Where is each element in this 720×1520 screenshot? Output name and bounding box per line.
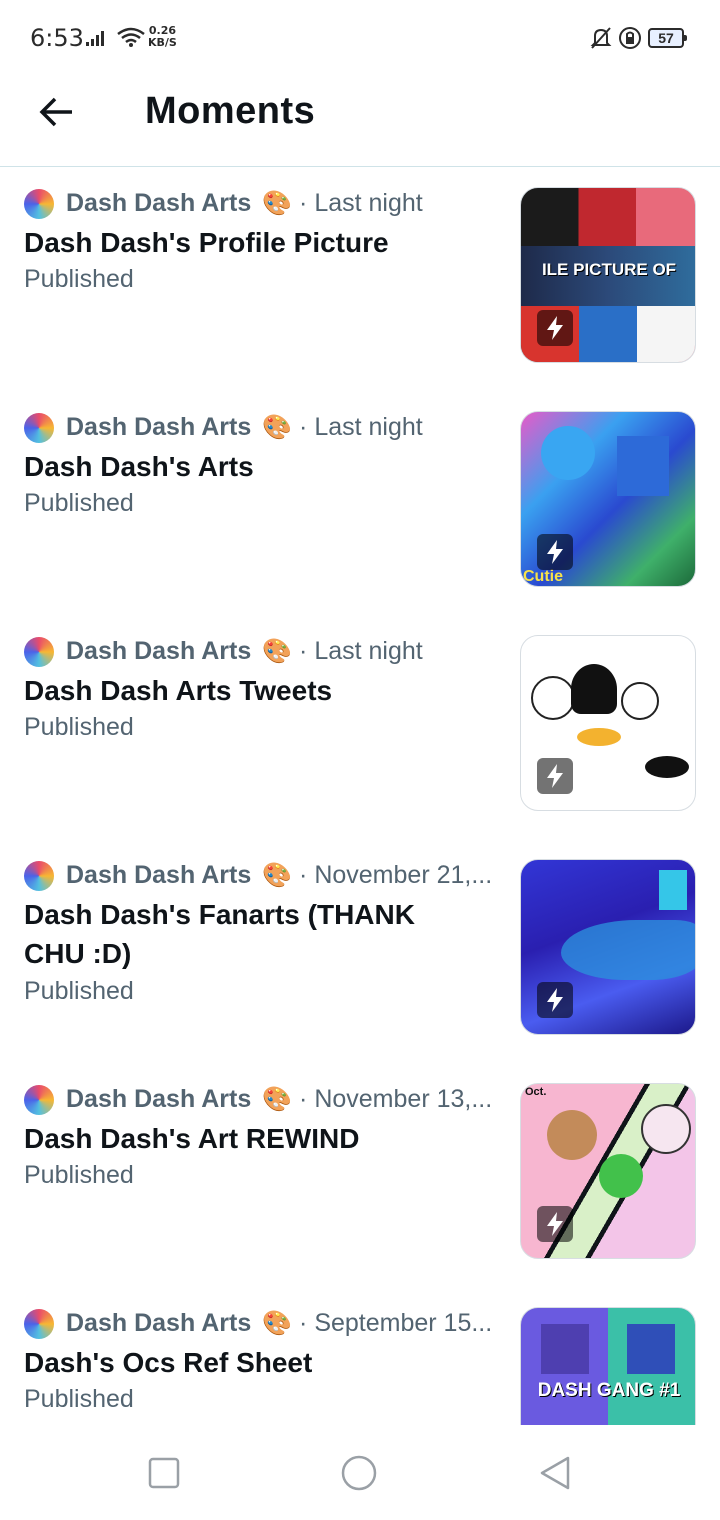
rotation-lock-icon — [619, 27, 641, 49]
author-name: Dash Dash Arts — [66, 1085, 252, 1113]
recents-icon[interactable] — [146, 1455, 182, 1491]
thumbnail-figure — [541, 426, 595, 480]
author-name: Dash Dash Arts — [66, 1309, 252, 1337]
back-nav-icon[interactable] — [538, 1455, 574, 1491]
moment-status: Published — [24, 977, 134, 1005]
thumbnail-caption: Cutie — [523, 568, 563, 585]
moment-meta: Dash Dash Arts 🎨 · November 13,... — [66, 1085, 496, 1114]
moment-time: · November 21,... — [299, 861, 493, 889]
thumbnail-figure — [531, 676, 575, 720]
avatar — [24, 413, 54, 443]
moment-time: · September 15... — [299, 1309, 493, 1337]
palette-emoji: 🎨 — [262, 638, 293, 665]
battery-indicator: 57 — [648, 28, 687, 48]
palette-emoji: 🎨 — [262, 1086, 293, 1113]
home-icon[interactable] — [341, 1455, 377, 1491]
bolt-icon — [537, 310, 573, 346]
moment-item[interactable]: Dash Dash Arts 🎨 · Last night Dash Dash'… — [0, 167, 720, 391]
thumbnail-cat — [645, 756, 689, 778]
moment-item[interactable]: Dash Dash Arts 🎨 · Last night Dash Dash … — [0, 615, 720, 839]
moment-status: Published — [24, 1161, 134, 1189]
avatar — [24, 1309, 54, 1339]
avatar — [24, 861, 54, 891]
moment-meta: Dash Dash Arts 🎨 · Last night — [66, 413, 496, 442]
bolt-icon — [537, 1206, 573, 1242]
thumbnail-food — [577, 728, 621, 746]
moment-status: Published — [24, 713, 134, 741]
thumbnail-figure — [617, 436, 669, 496]
speed-unit: KB/S — [148, 36, 177, 49]
thumbnail-figure — [541, 1324, 589, 1374]
network-speed: 0.26 KB/S — [148, 25, 177, 49]
thumbnail-figure — [659, 870, 687, 910]
bolt-icon — [537, 982, 573, 1018]
moment-thumbnail[interactable]: ILE PICTURE OF — [520, 187, 696, 363]
signal-icon — [86, 31, 104, 46]
palette-emoji: 🎨 — [262, 190, 293, 217]
author-name: Dash Dash Arts — [66, 637, 252, 665]
moments-list[interactable]: Dash Dash Arts 🎨 · Last night Dash Dash'… — [0, 167, 720, 1425]
moment-thumbnail[interactable] — [520, 635, 696, 811]
top-app-bar: Moments — [0, 76, 720, 167]
moment-meta: Dash Dash Arts 🎨 · September 15... — [66, 1309, 496, 1338]
thumbnail-figure — [627, 1324, 675, 1374]
thumbnail-figure — [571, 664, 617, 714]
moment-meta: Dash Dash Arts 🎨 · November 21,... — [66, 861, 496, 890]
status-bar: 6:53 0.26 KB/S 57 — [0, 0, 720, 76]
moment-thumbnail[interactable] — [520, 859, 696, 1035]
thumbnail-figure — [599, 1154, 643, 1198]
moment-time: · Last night — [299, 189, 423, 217]
thumbnail-figure — [561, 920, 695, 980]
moment-item[interactable]: Dash Dash Arts 🎨 · November 13,... Dash … — [0, 1063, 720, 1287]
moment-status: Published — [24, 1385, 134, 1413]
thumbnail-caption: DASH GANG #1 — [537, 1380, 681, 1401]
moment-item[interactable]: Dash Dash Arts 🎨 · September 15... Dash'… — [0, 1287, 720, 1425]
avatar — [24, 189, 54, 219]
avatar — [24, 637, 54, 667]
moment-title: Dash Dash Arts Tweets — [24, 675, 333, 706]
thumbnail-caption: Oct. — [525, 1086, 547, 1098]
author-name: Dash Dash Arts — [66, 861, 252, 889]
bolt-icon — [537, 534, 573, 570]
author-name: Dash Dash Arts — [66, 413, 252, 441]
thumbnail-figure — [547, 1110, 597, 1160]
moment-status: Published — [24, 489, 134, 517]
moment-thumbnail[interactable]: DASH GANG #1 — [520, 1307, 696, 1425]
avatar — [24, 1085, 54, 1115]
back-button[interactable] — [34, 90, 78, 134]
moment-thumbnail[interactable]: Oct. — [520, 1083, 696, 1259]
moment-item[interactable]: Dash Dash Arts 🎨 · November 21,... Dash … — [0, 839, 720, 1063]
moment-title: Dash Dash's Fanarts (THANK CHU :D) — [24, 899, 415, 969]
moment-item[interactable]: Dash Dash Arts 🎨 · Last night Dash Dash'… — [0, 391, 720, 615]
moment-thumbnail[interactable]: Cutie — [520, 411, 696, 587]
moment-title: Dash's Ocs Ref Sheet — [24, 1347, 313, 1378]
moment-meta: Dash Dash Arts 🎨 · Last night — [66, 637, 496, 666]
thumbnail-caption: ILE PICTURE OF — [541, 260, 677, 279]
author-name: Dash Dash Arts — [66, 189, 252, 217]
status-time: 6:53 — [30, 24, 84, 52]
moment-title: Dash Dash's Arts — [24, 451, 254, 482]
moment-title: Dash Dash's Profile Picture — [24, 227, 389, 258]
wifi-icon — [117, 27, 145, 47]
moment-title: Dash Dash's Art REWIND — [24, 1123, 360, 1154]
thumbnail-figure — [621, 682, 659, 720]
palette-emoji: 🎨 — [262, 414, 293, 441]
moment-time: · Last night — [299, 637, 423, 665]
page-title: Moments — [145, 90, 316, 132]
palette-emoji: 🎨 — [262, 1310, 293, 1337]
thumbnail-figure — [641, 1104, 691, 1154]
bolt-icon — [537, 758, 573, 794]
moment-meta: Dash Dash Arts 🎨 · Last night — [66, 189, 496, 218]
arrow-left-icon — [39, 97, 72, 127]
palette-emoji: 🎨 — [262, 862, 293, 889]
moment-time: · November 13,... — [299, 1085, 493, 1113]
system-nav-bar — [0, 1425, 720, 1520]
moment-time: · Last night — [299, 413, 423, 441]
muted-bell-icon — [590, 27, 612, 49]
moment-status: Published — [24, 265, 134, 293]
